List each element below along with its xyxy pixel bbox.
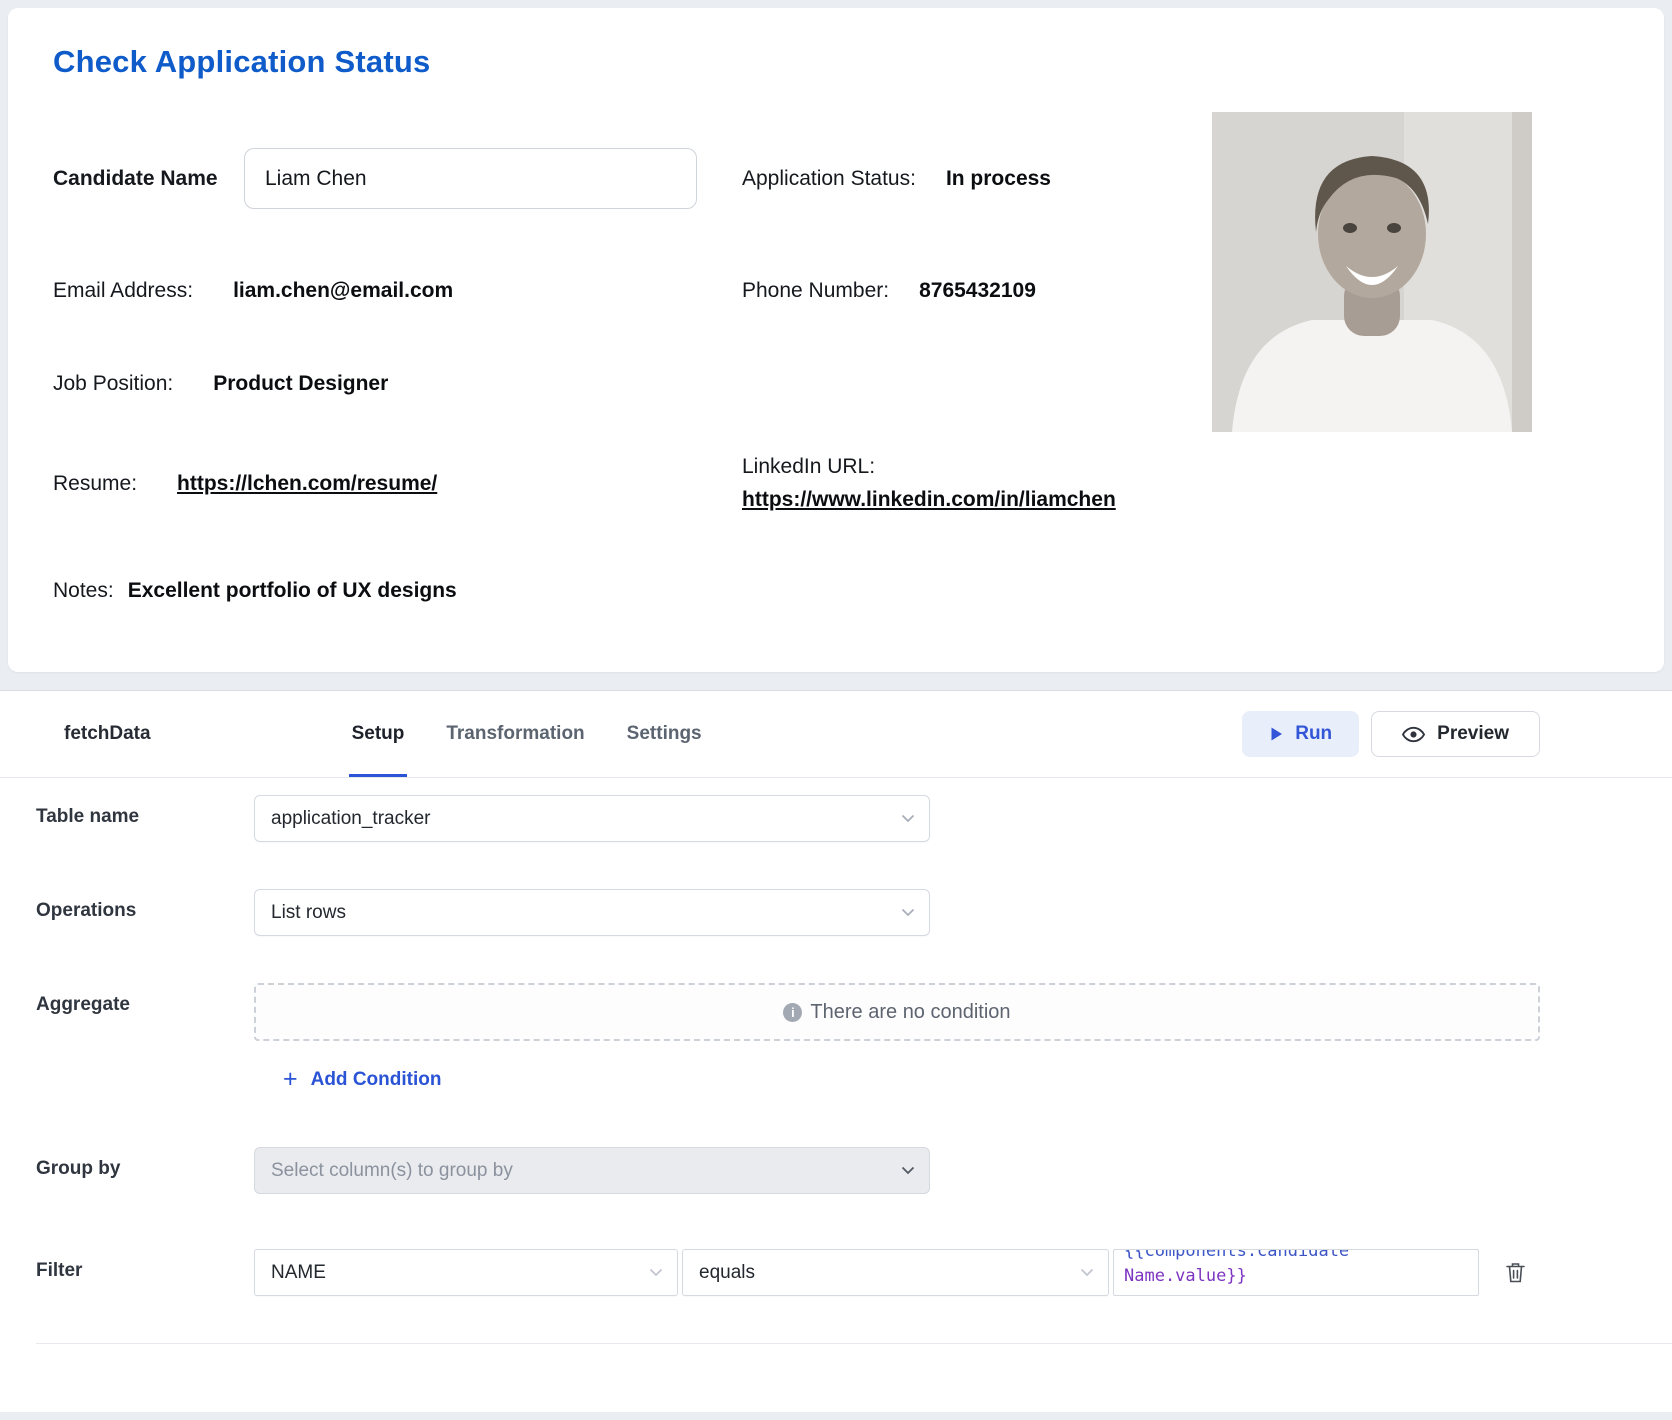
notes-label: Notes: (53, 579, 114, 603)
tab-settings[interactable]: Settings (624, 691, 705, 777)
filter-value-line1: {{components.candidate (1124, 1249, 1468, 1264)
group-by-placeholder: Select column(s) to group by (271, 1160, 513, 1182)
filter-column-value: NAME (271, 1262, 326, 1284)
resume-label: Resume: (53, 472, 137, 496)
tab-transformation[interactable]: Transformation (443, 691, 587, 777)
operations-label: Operations (36, 889, 254, 922)
operations-value: List rows (271, 902, 346, 924)
aggregate-empty-text: There are no condition (810, 1001, 1010, 1024)
preview-button-label: Preview (1437, 723, 1509, 745)
operations-row: Operations List rows (36, 889, 1672, 936)
resume-link[interactable]: https://lchen.com/resume/ (177, 472, 437, 496)
query-editor-panel: fetchData Setup Transformation Settings … (0, 690, 1672, 1412)
table-name-value: application_tracker (271, 808, 430, 830)
aggregate-label: Aggregate (36, 983, 254, 1016)
application-status-value: In process (946, 167, 1051, 191)
header-actions: Run Preview (1242, 711, 1540, 757)
filter-row: Filter NAME equals {{components.can (36, 1249, 1672, 1296)
filter-value-line2: Name.value}} (1124, 1264, 1468, 1289)
add-condition-label: Add Condition (311, 1069, 442, 1091)
aggregate-empty-box: i There are no condition (254, 983, 1540, 1041)
chevron-down-icon (901, 814, 915, 823)
job-position-value: Product Designer (213, 372, 388, 396)
section-divider (36, 1343, 1672, 1344)
row-notes: Notes: Excellent portfolio of UX designs (53, 579, 1619, 603)
tab-setup[interactable]: Setup (349, 691, 408, 777)
eye-icon (1402, 726, 1425, 743)
phone-value: 8765432109 (919, 279, 1036, 303)
candidate-name-label: Candidate Name (53, 167, 244, 191)
run-button-label: Run (1295, 723, 1332, 745)
query-setup-form: Table name application_tracker Operation… (0, 778, 1672, 1344)
play-icon (1269, 726, 1284, 742)
phone-label: Phone Number: (742, 279, 889, 303)
page-title: Check Application Status (53, 44, 430, 80)
row-candidate-status: Candidate Name Application Status: In pr… (53, 148, 1619, 209)
trash-icon[interactable] (1501, 1257, 1530, 1288)
run-button[interactable]: Run (1242, 711, 1359, 757)
chevron-down-icon (901, 908, 915, 917)
filter-operator-value: equals (699, 1262, 755, 1284)
table-name-select[interactable]: application_tracker (254, 795, 930, 842)
filter-column-select[interactable]: NAME (254, 1249, 678, 1296)
preview-button[interactable]: Preview (1371, 711, 1540, 757)
query-header: fetchData Setup Transformation Settings … (0, 691, 1672, 778)
table-name-row: Table name application_tracker (36, 795, 1672, 842)
info-icon: i (783, 1003, 802, 1022)
filter-operator-select[interactable]: equals (682, 1249, 1109, 1296)
linkedin-link[interactable]: https://www.linkedin.com/in/liamchen (742, 488, 1116, 512)
plus-icon: + (283, 1067, 298, 1092)
email-value: liam.chen@email.com (233, 279, 453, 303)
group-by-label: Group by (36, 1147, 254, 1180)
application-status-card: Check Application Status Candidate Name … (8, 8, 1664, 672)
aggregate-row: Aggregate i There are no condition + Add… (36, 983, 1672, 1092)
email-label: Email Address: (53, 279, 193, 303)
group-by-row: Group by Select column(s) to group by (36, 1147, 1672, 1194)
chevron-down-icon (1080, 1268, 1094, 1277)
job-position-label: Job Position: (53, 372, 173, 396)
add-condition-button[interactable]: + Add Condition (283, 1067, 441, 1092)
notes-value: Excellent portfolio of UX designs (128, 579, 457, 603)
row-job-position: Job Position: Product Designer (53, 372, 1619, 396)
filter-label: Filter (36, 1249, 254, 1282)
table-name-label: Table name (36, 795, 254, 828)
group-by-select[interactable]: Select column(s) to group by (254, 1147, 930, 1194)
query-name: fetchData (64, 723, 151, 745)
chevron-down-icon (649, 1268, 663, 1277)
filter-value-input[interactable]: {{components.candidate Name.value}} (1113, 1249, 1479, 1296)
linkedin-label: LinkedIn URL: (742, 455, 875, 479)
operations-select[interactable]: List rows (254, 889, 930, 936)
candidate-name-input[interactable] (244, 148, 697, 209)
query-tabs: Setup Transformation Settings (349, 691, 705, 777)
row-resume-linkedin: Resume: https://lchen.com/resume/ Linked… (53, 455, 1619, 512)
chevron-down-icon (901, 1166, 915, 1175)
application-status-label: Application Status: (742, 167, 916, 191)
row-email-phone: Email Address: liam.chen@email.com Phone… (53, 279, 1619, 303)
